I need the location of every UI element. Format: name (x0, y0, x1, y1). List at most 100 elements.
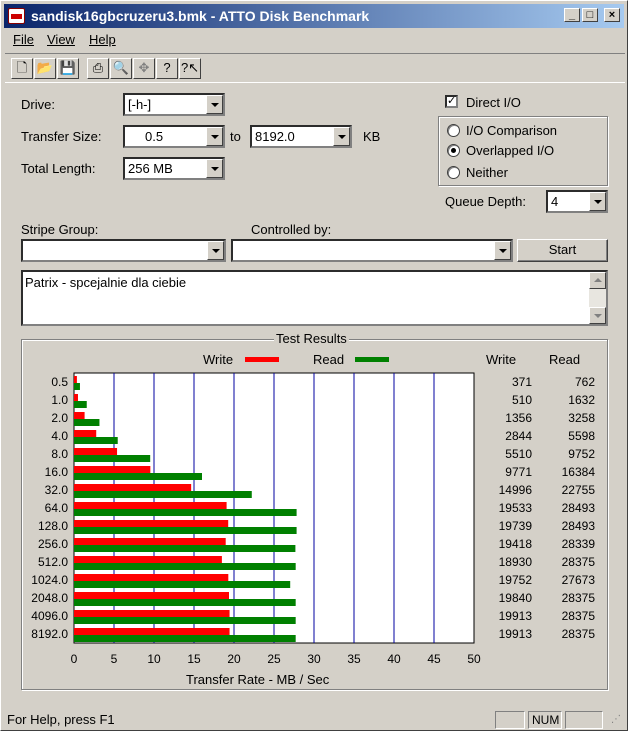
x-tick-label: 50 (467, 652, 481, 666)
write-bar (74, 484, 192, 491)
x-tick-label: 10 (147, 652, 161, 666)
title-bar[interactable]: sandisk16gbcruzeru3.bmk - ATTO Disk Benc… (4, 4, 624, 28)
print-icon[interactable]: ⎙ (87, 58, 109, 79)
scroll-down-icon[interactable] (589, 307, 606, 324)
write-value: 1356 (505, 411, 532, 425)
scroll-up-icon[interactable] (589, 272, 606, 289)
x-tick-label: 0 (71, 652, 78, 666)
read-value: 28493 (561, 519, 595, 533)
transfer-size-label: Transfer Size: (21, 129, 102, 144)
write-bar (74, 412, 85, 419)
neither-label[interactable]: Neither (466, 165, 508, 180)
status-pane-scroll (565, 711, 603, 729)
read-value: 28375 (561, 609, 595, 623)
read-bar (74, 383, 80, 390)
stripe-group-label: Stripe Group: (21, 222, 99, 237)
window-title: sandisk16gbcruzeru3.bmk - ATTO Disk Benc… (31, 8, 370, 24)
move-icon[interactable]: ✥ (133, 58, 155, 79)
queue-depth-label: Queue Depth: (445, 194, 526, 209)
read-value: 22755 (561, 483, 595, 497)
chevron-down-icon[interactable] (207, 241, 224, 260)
write-bar (74, 592, 229, 599)
direct-io-label[interactable]: Direct I/O (466, 95, 521, 110)
chevron-down-icon[interactable] (206, 127, 223, 146)
x-tick-label: 25 (267, 652, 281, 666)
num-lock-indicator: NUM (528, 711, 562, 729)
read-bar (74, 473, 202, 480)
read-value: 5598 (568, 429, 595, 443)
read-value: 9752 (568, 447, 595, 461)
write-value: 510 (511, 393, 532, 407)
help-icon[interactable]: ? (156, 58, 178, 79)
chevron-down-icon[interactable] (333, 127, 350, 146)
drive-select[interactable]: [-h-] (123, 93, 225, 116)
chevron-down-icon[interactable] (206, 159, 223, 178)
read-bar (74, 599, 296, 606)
neither-radio[interactable] (447, 166, 460, 179)
write-value: 2844 (505, 429, 532, 443)
kb-label: KB (363, 129, 381, 144)
read-value: 762 (574, 375, 595, 389)
write-bar (74, 610, 230, 617)
print-preview-icon[interactable]: 🔍 (110, 58, 132, 79)
transfer-size-from-select[interactable]: 0.5 (123, 125, 225, 148)
start-button[interactable]: Start (517, 239, 608, 262)
write-bar (74, 556, 222, 563)
controlled-by-select[interactable] (231, 239, 513, 262)
description-textarea[interactable]: Patrix - spcejalnie dla ciebie (21, 270, 608, 326)
direct-io-checkbox[interactable]: ✓ (445, 95, 458, 108)
x-tick-label: 30 (307, 652, 321, 666)
write-value: 19913 (498, 627, 532, 641)
overlapped-io-radio[interactable] (447, 144, 460, 157)
x-tick-label: 40 (387, 652, 401, 666)
write-value: 5510 (505, 447, 532, 461)
resize-grip-icon[interactable]: ⋰ (611, 714, 621, 725)
drive-label: Drive: (21, 97, 55, 112)
overlapped-io-label[interactable]: Overlapped I/O (466, 143, 554, 158)
menu-view[interactable]: View (47, 32, 75, 47)
write-value: 14996 (498, 483, 532, 497)
description-scrollbar[interactable] (589, 272, 606, 324)
read-bar (74, 617, 296, 624)
app-window: sandisk16gbcruzeru3.bmk - ATTO Disk Benc… (0, 0, 628, 731)
stripe-group-select[interactable] (21, 239, 226, 262)
write-value: 18930 (498, 555, 532, 569)
write-bar (74, 394, 78, 401)
x-tick-label: 20 (227, 652, 241, 666)
atto-app-icon[interactable] (8, 8, 25, 24)
new-icon[interactable]: 🗋 (11, 58, 33, 79)
menu-help[interactable]: Help (89, 32, 116, 47)
menu-bar: File View Help (5, 30, 625, 50)
io-comparison-radio[interactable] (447, 124, 460, 137)
write-bar (74, 376, 77, 383)
write-bar (74, 574, 229, 581)
io-comparison-label[interactable]: I/O Comparison (466, 123, 557, 138)
x-tick-label: 5 (111, 652, 118, 666)
write-bar (74, 502, 227, 509)
write-bar (74, 448, 118, 455)
read-value: 28339 (561, 537, 595, 551)
queue-depth-select[interactable]: 4 (546, 190, 608, 213)
save-icon[interactable]: 💾 (57, 58, 79, 79)
write-value: 19752 (498, 573, 532, 587)
close-button[interactable]: × (604, 8, 620, 22)
total-length-label: Total Length: (21, 161, 96, 176)
write-value: 19533 (498, 501, 532, 515)
chevron-down-icon[interactable] (494, 241, 511, 260)
minimize-button[interactable]: _ (564, 8, 580, 22)
read-value: 28375 (561, 627, 595, 641)
context-help-icon[interactable]: ?↖ (179, 58, 201, 79)
chevron-down-icon[interactable] (589, 192, 606, 211)
x-axis-label: Transfer Rate - MB / Sec (186, 672, 330, 687)
transfer-size-to-select[interactable]: 8192.0 (250, 125, 352, 148)
read-value: 28375 (561, 591, 595, 605)
open-icon[interactable]: 📂 (34, 58, 56, 79)
read-value: 27673 (561, 573, 595, 587)
total-length-select[interactable]: 256 MB (123, 157, 225, 180)
chevron-down-icon[interactable] (206, 95, 223, 114)
write-bar (74, 628, 230, 635)
read-value: 3258 (568, 411, 595, 425)
maximize-button[interactable]: □ (582, 8, 598, 22)
write-value: 19840 (498, 591, 532, 605)
menu-file[interactable]: File (13, 32, 34, 47)
